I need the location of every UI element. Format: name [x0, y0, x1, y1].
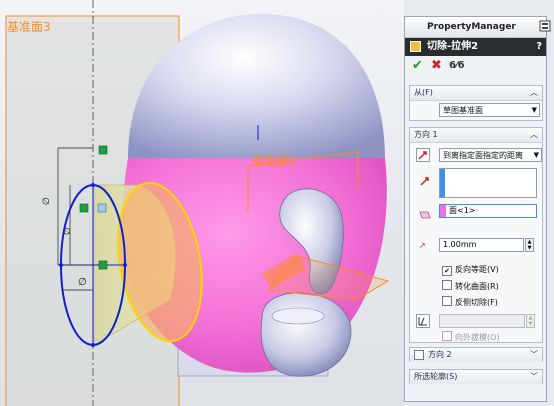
- face-selection-swatch: [440, 205, 446, 217]
- face-selection-value: 面<1>: [449, 206, 476, 215]
- direction1-group-title: 方向 1: [414, 130, 438, 139]
- direction1-group-header[interactable]: 方向 1 ︿: [410, 128, 542, 143]
- face-selection-icon: [419, 205, 431, 224]
- constraint-marker-top[interactable]: [98, 145, 108, 155]
- reverse-offset-label: 反向等距(V): [455, 265, 499, 274]
- dimension-label-3[interactable]: ∅: [78, 277, 87, 288]
- sketch-point-right[interactable]: [123, 263, 127, 267]
- graphics-viewport[interactable]: ∅ ∅ ∅ 基准面3 基准面1: [0, 0, 404, 406]
- from-group: 从(F) ︿ 草图基准面 ▼: [409, 85, 543, 121]
- dropdown-arrow-icon: ▼: [533, 151, 539, 159]
- selected-contours-title: 所选轮廓(S): [414, 372, 458, 381]
- draft-spinner: ▲ ▼: [526, 314, 535, 328]
- draft-outward-label: 向外拔模(O): [455, 333, 500, 342]
- offset-distance-value: 1.00mm: [443, 240, 477, 249]
- translate-surface-label: 转化曲面(R): [455, 282, 499, 291]
- direction-vector-selection[interactable]: [439, 168, 537, 198]
- cancel-button[interactable]: ✖: [431, 58, 442, 74]
- cut-extrude-icon: [410, 41, 421, 52]
- offset-distance-field[interactable]: 1.00mm: [439, 238, 524, 252]
- direction-arrow-icon: [419, 172, 431, 191]
- checkbox-icon: [442, 331, 452, 341]
- checkbox-icon: [442, 280, 452, 290]
- from-select-value: 草图基准面: [443, 106, 483, 115]
- selected-contours-header[interactable]: 所选轮廓(S) ﹀: [410, 370, 542, 384]
- direction1-group: 方向 1 ︿ 到离指定面指定的距离 ▼ 面<1> ↗ 1.00mm ▲ ▼ ✔ …: [409, 127, 543, 343]
- ok-button[interactable]: ✔: [412, 58, 423, 74]
- checkbox-icon: [442, 296, 452, 306]
- feature-title: 切除-拉伸2: [427, 41, 479, 52]
- dimension-label-1[interactable]: ∅: [42, 197, 52, 205]
- offset-distance-icon: ↗: [419, 241, 426, 250]
- direction2-group-title: 方向 2: [428, 350, 452, 359]
- constraint-marker-side[interactable]: [97, 203, 107, 213]
- from-group-header[interactable]: 从(F) ︿: [410, 86, 542, 101]
- from-select[interactable]: 草图基准面 ▼: [439, 103, 540, 117]
- translate-surface-checkbox[interactable]: 转化曲面(R): [442, 280, 499, 293]
- draft-angle-field: [439, 314, 525, 328]
- direction2-group-header[interactable]: 方向 2 ﹀: [410, 348, 542, 362]
- sketch-point-top[interactable]: [91, 183, 95, 187]
- from-group-title: 从(F): [414, 88, 433, 97]
- help-button[interactable]: ?: [536, 38, 542, 56]
- constraint-marker-mid[interactable]: [79, 203, 89, 213]
- chevron-down-icon[interactable]: ﹀: [530, 348, 538, 362]
- end-condition-select[interactable]: 到离指定面指定的距离 ▼: [439, 148, 542, 162]
- face-selection-box[interactable]: 面<1>: [439, 204, 537, 218]
- property-manager-titlebar: PropertyManager: [405, 17, 551, 38]
- dimension-label-2[interactable]: ∅: [63, 227, 73, 235]
- property-manager-title: PropertyManager: [427, 22, 516, 32]
- chevron-up-icon[interactable]: ︿: [530, 86, 538, 100]
- flip-side-label: 反侧切除(F): [455, 298, 498, 307]
- model-canvas[interactable]: ∅ ∅ ∅: [0, 0, 404, 406]
- checkbox-checked-icon: ✔: [442, 266, 452, 276]
- selection-accent-bar: [440, 169, 445, 197]
- chevron-down-icon[interactable]: ﹀: [530, 370, 538, 384]
- selected-contours-group[interactable]: 所选轮廓(S) ﹀: [409, 369, 543, 384]
- direction2-checkbox[interactable]: [414, 350, 424, 360]
- sketch-point-left[interactable]: [59, 263, 63, 267]
- panel-config-icon[interactable]: [517, 20, 551, 32]
- action-bar: ✔ ✖ 6⁄6: [405, 56, 546, 76]
- dropdown-arrow-icon: ▼: [531, 106, 537, 114]
- reverse-direction-button[interactable]: [416, 148, 430, 162]
- flip-side-checkbox[interactable]: 反侧切除(F): [442, 296, 498, 309]
- property-manager-panel: PropertyManager 切除-拉伸2 ? ✔ ✖ 6⁄6 从(F) ︿ …: [404, 16, 551, 402]
- constraint-marker-bottom[interactable]: [98, 260, 108, 270]
- feature-header: 切除-拉伸2 ?: [405, 38, 546, 56]
- nose-bump[interactable]: [260, 292, 352, 377]
- detailed-preview-button[interactable]: 6⁄6: [449, 58, 465, 74]
- reverse-offset-checkbox[interactable]: ✔ 反向等距(V): [442, 264, 499, 276]
- draft-toggle-button[interactable]: [416, 314, 430, 328]
- nose-bump-tip: [271, 307, 325, 325]
- plane-1-label[interactable]: 基准面1: [252, 152, 296, 169]
- draft-outward-checkbox: 向外拔模(O): [442, 331, 500, 344]
- sketch-point-bottom[interactable]: [91, 343, 95, 347]
- chevron-up-icon[interactable]: ︿: [530, 128, 538, 142]
- direction2-group[interactable]: 方向 2 ﹀: [409, 347, 543, 362]
- offset-spinner[interactable]: ▲ ▼: [525, 238, 534, 252]
- end-condition-value: 到离指定面指定的距离: [443, 151, 523, 160]
- plane-3-label[interactable]: 基准面3: [7, 18, 51, 35]
